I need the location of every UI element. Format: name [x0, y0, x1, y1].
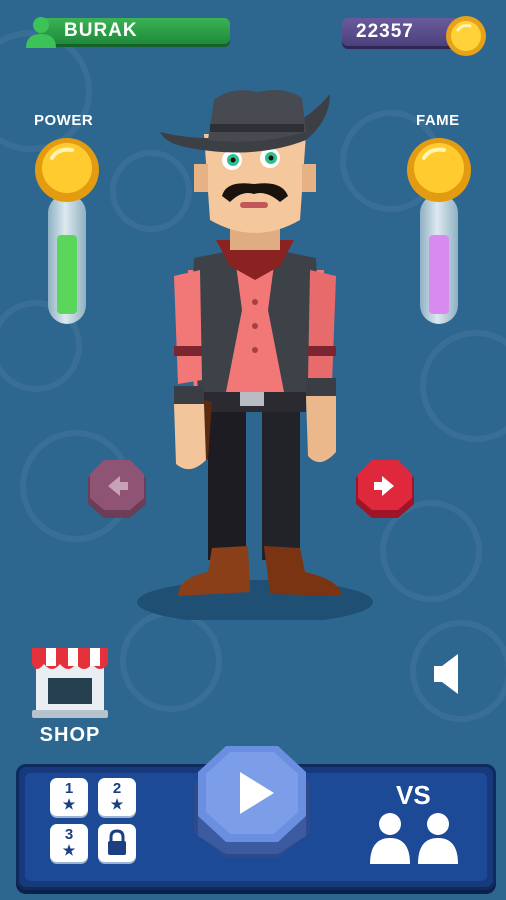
fame-meter	[404, 136, 474, 336]
power-coin-icon	[35, 138, 99, 202]
shop-label: SHOP	[39, 724, 101, 746]
next-character-button[interactable]	[354, 458, 416, 520]
user-icon	[26, 17, 56, 48]
speaker-icon[interactable]	[432, 652, 464, 696]
hat-crown	[208, 90, 306, 142]
power-label: POWER	[34, 112, 94, 129]
left-cuff	[174, 346, 202, 356]
lock-icon	[108, 829, 126, 855]
player-name-badge[interactable]: BURAK	[24, 14, 230, 48]
shirt-button	[252, 323, 258, 329]
left-hand	[174, 404, 206, 470]
level-2-button[interactable]: 2 ★	[98, 778, 136, 816]
store-icon	[32, 648, 108, 718]
right-leg	[262, 410, 300, 560]
shirt-button	[252, 347, 258, 353]
level-3-button[interactable]: 3 ★	[50, 824, 88, 862]
right-ear	[302, 164, 316, 192]
mouth	[240, 202, 268, 208]
power-tube	[48, 194, 86, 324]
gold-coin-icon	[446, 16, 486, 56]
play-button[interactable]	[190, 744, 314, 862]
right-pupil	[268, 155, 274, 161]
previous-character-button[interactable]	[86, 458, 148, 520]
left-wristband	[174, 386, 204, 404]
right-hand	[306, 396, 336, 463]
left-leg	[208, 410, 246, 560]
two-players-icon	[370, 813, 458, 864]
fame-coin-icon	[407, 138, 471, 202]
fame-tube	[420, 194, 458, 324]
star-icon: ★	[62, 796, 76, 812]
vs-label: VS	[396, 780, 431, 810]
right-cuff	[308, 346, 336, 356]
fame-label: FAME	[416, 112, 460, 129]
right-wristband	[306, 378, 336, 396]
fame-fill	[429, 235, 449, 314]
power-fill	[57, 235, 77, 314]
belt-buckle	[240, 392, 264, 406]
character-shadow	[137, 580, 373, 620]
coin-counter[interactable]: 22357	[342, 14, 490, 56]
hat-band	[210, 124, 304, 132]
shop-button[interactable]: SHOP	[28, 638, 112, 750]
right-boot	[264, 546, 342, 596]
power-meter	[32, 136, 102, 336]
left-arm	[174, 270, 202, 384]
level-1-button[interactable]: 1 ★	[50, 778, 88, 816]
left-ear	[194, 164, 208, 192]
level-locked-button[interactable]	[98, 824, 136, 862]
star-icon: ★	[110, 796, 124, 812]
left-pupil	[230, 157, 236, 163]
coin-amount: 22357	[356, 21, 414, 42]
left-boot	[178, 546, 250, 596]
player-name: BURAK	[64, 20, 138, 41]
shirt-button	[252, 299, 258, 305]
star-icon: ★	[62, 842, 76, 858]
cowboy-character	[137, 90, 373, 620]
versus-button[interactable]: VS	[368, 780, 460, 866]
right-arm	[308, 270, 336, 384]
